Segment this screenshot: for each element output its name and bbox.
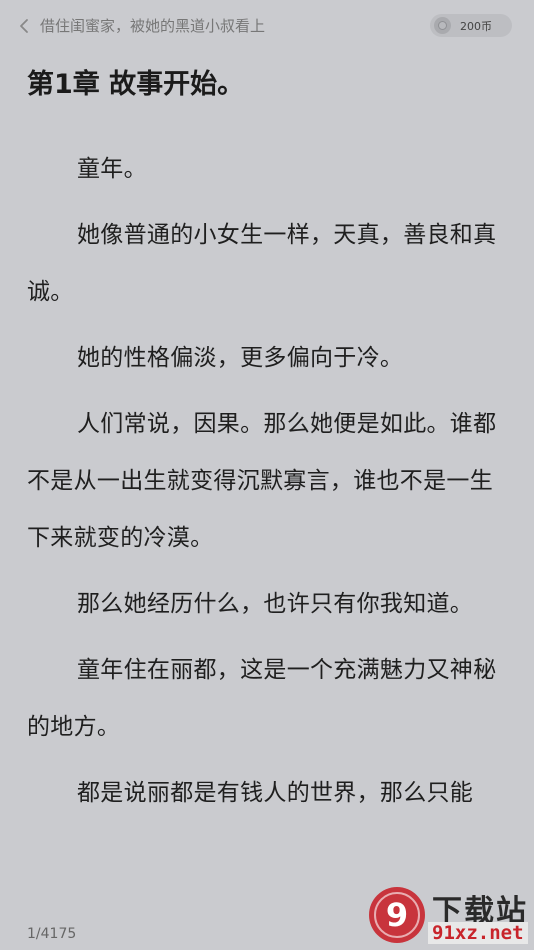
back-button[interactable]	[14, 14, 36, 38]
site-watermark: 9 下载站 91xz.net	[366, 882, 534, 950]
paragraph: 那么她经历什么，也许只有你我知道。	[77, 591, 474, 617]
paragraph: 她的性格偏淡，更多偏向于冷。	[77, 345, 404, 371]
chevron-left-icon	[20, 19, 28, 33]
logo-text: 9	[386, 896, 408, 934]
book-title: 借住闺蜜家，被她的黑道小叔看上	[40, 17, 266, 35]
coin-icon	[434, 17, 451, 34]
chapter-title: 第1章 故事开始。	[27, 69, 245, 100]
page-indicator: 1/4175	[27, 926, 77, 942]
coin-amount: 200币	[460, 20, 492, 33]
watermark-url: 91xz.net	[428, 922, 528, 944]
site-logo-icon: 9	[369, 887, 425, 943]
paragraph: 都是说丽都是有钱人的世界，那么只能	[77, 780, 474, 806]
chapter-content: 童年。 她像普通的小女生一样，天真，善良和真诚。 她的性格偏淡，更多偏向于冷。 …	[27, 141, 511, 831]
coin-balance-button[interactable]: 200币	[430, 14, 512, 37]
paragraph: 人们常说，因果。那么她便是如此。谁都不是从一出生就变得沉默寡言，谁也不是一生下来…	[27, 411, 497, 551]
paragraph: 她像普通的小女生一样，天真，善良和真诚。	[27, 222, 497, 305]
paragraph: 童年。	[77, 156, 147, 182]
paragraph: 童年住在丽都，这是一个充满魅力又神秘的地方。	[27, 657, 497, 740]
reader-top-bar: 借住闺蜜家，被她的黑道小叔看上 200币	[0, 0, 534, 52]
